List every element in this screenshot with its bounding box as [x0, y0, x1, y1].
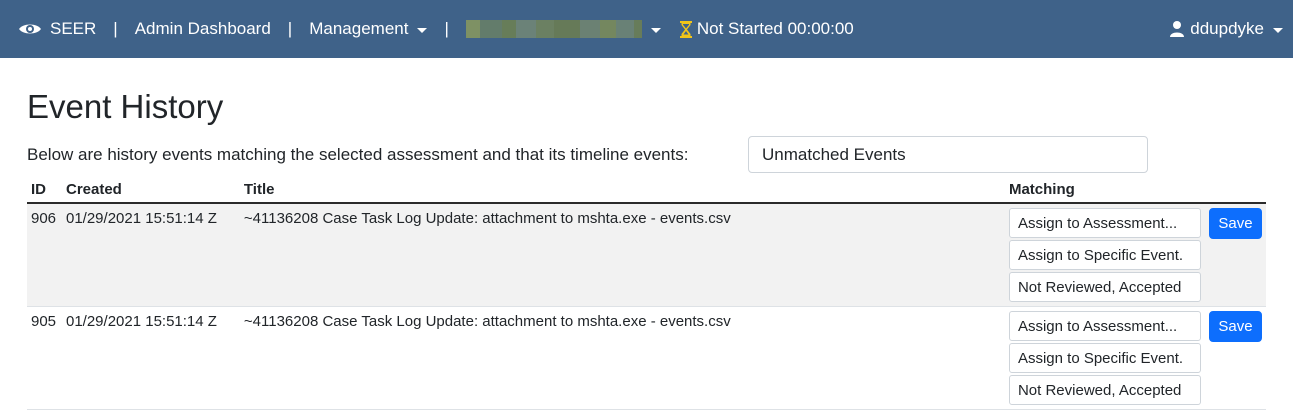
chevron-down-icon	[650, 27, 661, 33]
cell-actions: Save	[1205, 203, 1266, 307]
cell-created: 01/29/2021 15:51:14 Z	[65, 210, 217, 227]
column-header-actions	[1205, 177, 1266, 204]
management-label: Management	[309, 19, 409, 38]
cell-title: ~41136208 Case Task Log Update: attachme…	[243, 210, 731, 227]
admin-dashboard-link[interactable]: Admin Dashboard	[135, 19, 271, 39]
page-title: Event History	[27, 88, 224, 125]
nav-separator: |	[444, 19, 449, 38]
filter-row: Below are history events matching the se…	[27, 136, 1149, 173]
column-header-matching: Matching	[1004, 177, 1205, 204]
username: ddupdyke	[1190, 19, 1264, 38]
assessment-timer: Not Started 00:00:00	[679, 19, 854, 39]
top-navbar: SEER | Admin Dashboard | Management | No…	[0, 0, 1293, 58]
user-icon	[1170, 21, 1185, 37]
brand-link[interactable]: SEER	[18, 19, 96, 39]
save-button[interactable]: Save	[1209, 311, 1262, 342]
nav-separator: |	[113, 19, 118, 38]
cell-created: 01/29/2021 15:51:14 Z	[65, 313, 217, 330]
management-dropdown[interactable]: Management	[309, 19, 428, 39]
save-button[interactable]: Save	[1209, 208, 1262, 239]
column-header-created: Created	[61, 177, 240, 204]
match-filter-select[interactable]: Unmatched Events	[748, 136, 1148, 173]
column-header-id: ID	[27, 177, 62, 204]
matching-options: Assign to Assessment... Assign to Specif…	[1005, 203, 1205, 307]
cell-id: 906	[31, 210, 57, 227]
chevron-down-icon	[417, 27, 428, 33]
redacted-assessment-name	[465, 19, 642, 39]
not-reviewed-accepted-option[interactable]: Not Reviewed, Accepted	[1008, 375, 1201, 405]
filter-label: Below are history events matching the se…	[27, 144, 689, 164]
assessment-dropdown[interactable]	[465, 19, 661, 39]
event-history-table: ID Created Title Matching 906 01/29/2021…	[27, 177, 1266, 410]
cell-id: 905	[31, 313, 57, 330]
eye-icon	[19, 24, 41, 34]
table-header-row: ID Created Title Matching	[27, 177, 1266, 204]
cell-actions: Save	[1205, 307, 1266, 410]
assign-to-specific-event-option[interactable]: Assign to Specific Event.	[1008, 343, 1201, 373]
assign-to-assessment-option[interactable]: Assign to Assessment...	[1008, 311, 1201, 341]
not-reviewed-accepted-option[interactable]: Not Reviewed, Accepted	[1008, 272, 1201, 302]
user-menu[interactable]: ddupdyke	[1170, 0, 1283, 58]
brand-label: SEER	[50, 19, 97, 38]
assign-to-assessment-option[interactable]: Assign to Assessment...	[1008, 208, 1201, 238]
column-header-title: Title	[239, 177, 1005, 204]
hourglass-icon	[679, 20, 692, 38]
timer-status: Not Started 00:00:00	[696, 19, 854, 38]
assign-to-specific-event-option[interactable]: Assign to Specific Event.	[1008, 240, 1201, 270]
chevron-down-icon	[1273, 27, 1283, 33]
nav-separator: |	[287, 19, 293, 38]
matching-options: Assign to Assessment... Assign to Specif…	[1005, 307, 1205, 410]
table-row: 906 01/29/2021 15:51:14 Z ~41136208 Case…	[27, 203, 1266, 307]
table-row: 905 01/29/2021 15:51:14 Z ~41136208 Case…	[27, 307, 1266, 410]
cell-title: ~41136208 Case Task Log Update: attachme…	[243, 313, 731, 330]
